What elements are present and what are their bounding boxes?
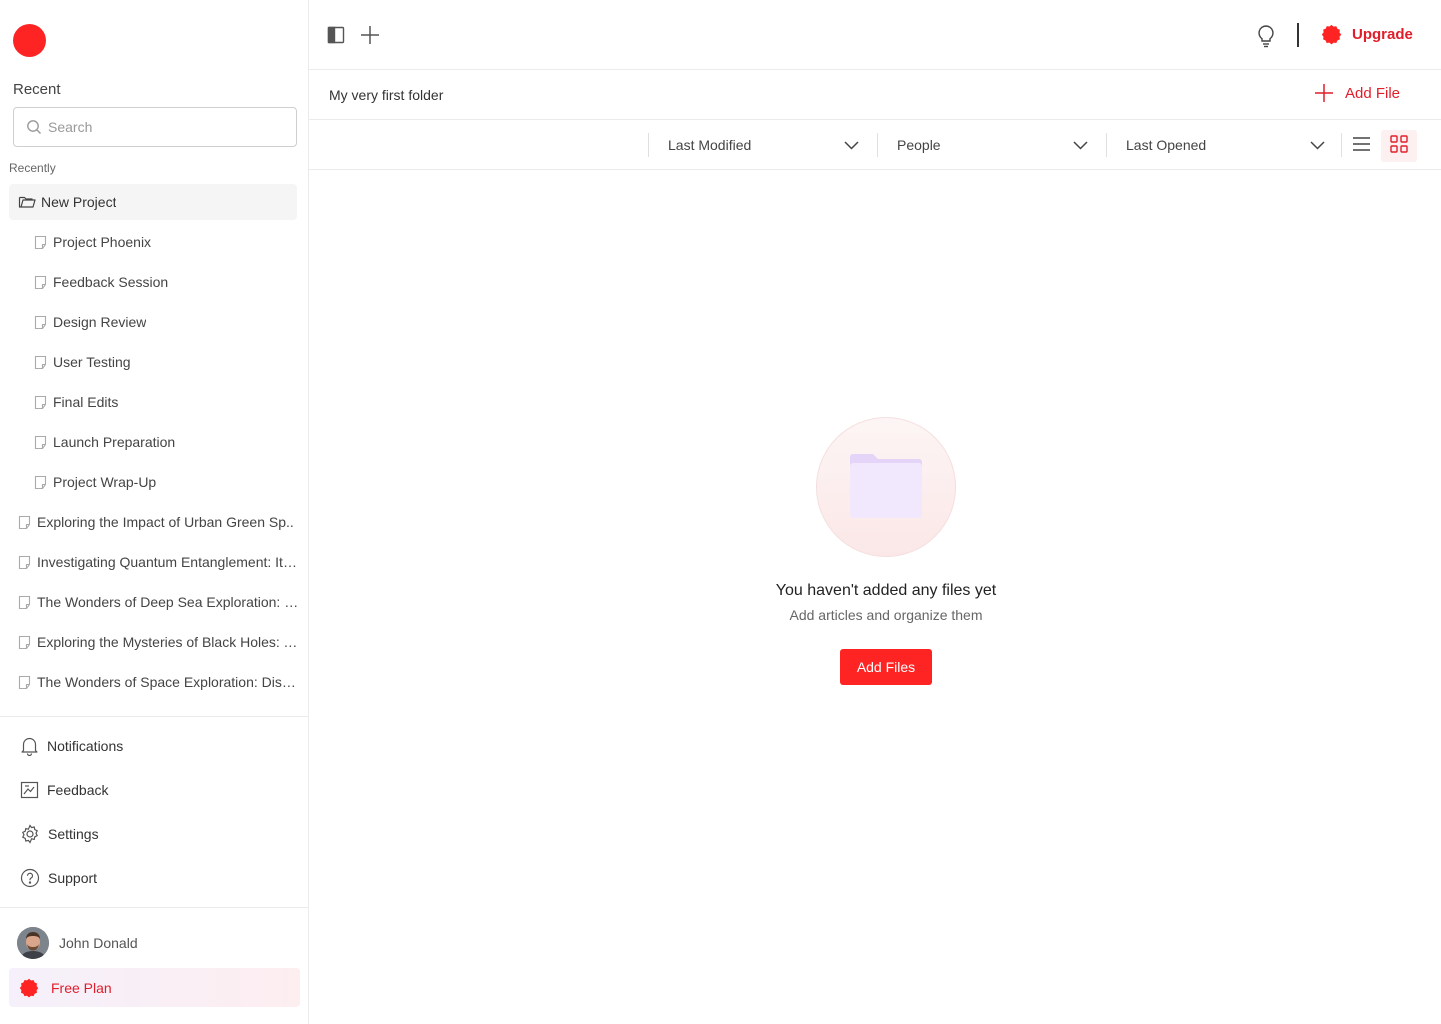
new-item-icon[interactable] <box>360 25 380 45</box>
tree-item-label: Final Edits <box>53 394 119 410</box>
tree-item[interactable]: Exploring the Mysteries of Black Holes: … <box>17 624 299 660</box>
filter-divider <box>1341 133 1342 157</box>
empty-state-title: You haven't added any files yet <box>775 582 997 599</box>
tree-item[interactable]: User Testing <box>33 344 297 380</box>
tree-item[interactable]: Project Wrap-Up <box>33 464 297 500</box>
filter-people[interactable]: People <box>877 133 1088 157</box>
document-icon <box>33 355 48 370</box>
folder-new-project[interactable]: New Project <box>9 184 297 220</box>
tree-item[interactable]: Feedback Session <box>33 264 297 300</box>
document-icon <box>33 315 48 330</box>
filter-last-opened[interactable]: Last Opened <box>1106 133 1325 157</box>
tree-item-label: The Wonders of Space Exploration: Discov… <box>37 674 299 690</box>
document-icon <box>33 275 48 290</box>
filter-label: Last Opened <box>1126 137 1207 153</box>
tree-item[interactable]: Exploring the Impact of Urban Green Sp.. <box>17 504 299 540</box>
filter-label: People <box>897 137 941 153</box>
list-icon <box>1352 136 1370 156</box>
chevron-down-icon <box>844 137 859 153</box>
add-file-label: Add File <box>1345 84 1401 102</box>
chevron-down-icon <box>1310 137 1325 153</box>
toggle-sidebar-icon[interactable] <box>327 26 345 44</box>
sidebar: Recent Recently New Project Project Phoe… <box>0 0 309 1024</box>
search-box[interactable] <box>13 107 297 147</box>
top-bar: Upgrade <box>309 0 1441 70</box>
filter-bar: Last Modified People Last Opened <box>309 120 1441 170</box>
folder-icon <box>850 454 922 518</box>
document-icon <box>33 235 48 250</box>
empty-state-illustration <box>816 417 956 557</box>
app-logo[interactable] <box>13 24 46 57</box>
badge-icon <box>19 978 39 998</box>
folder-title: My very first folder <box>329 87 444 103</box>
folder-open-icon <box>18 194 36 210</box>
folder-bar: My very first folder Add File <box>309 70 1441 120</box>
chevron-down-icon <box>1073 137 1088 153</box>
folder-label: New Project <box>41 194 117 210</box>
tree-item[interactable]: Final Edits <box>33 384 297 420</box>
tree-item-label: Exploring the Mysteries of Black Holes: … <box>37 634 299 650</box>
plus-icon <box>1315 84 1333 102</box>
lightbulb-icon[interactable] <box>1256 24 1276 48</box>
upgrade-button[interactable]: Upgrade <box>1321 24 1413 45</box>
badge-icon <box>1321 24 1342 45</box>
tree-item[interactable]: The Wonders of Space Exploration: Discov… <box>17 664 299 700</box>
nav-label: Feedback <box>47 782 109 798</box>
plan-label: Free Plan <box>51 979 112 996</box>
tree-item-label: Feedback Session <box>53 274 169 290</box>
empty-state-subtitle: Add articles and organize them <box>789 607 983 623</box>
nav-notifications[interactable]: Notifications <box>20 734 123 758</box>
user-name: John Donald <box>59 935 138 951</box>
nav-label: Support <box>48 870 98 886</box>
nav-label: Settings <box>48 826 99 842</box>
feedback-icon <box>20 781 39 799</box>
tree-item[interactable]: Launch Preparation <box>33 424 297 460</box>
tree-item-label: Exploring the Impact of Urban Green Sp.. <box>37 514 294 530</box>
tree-item-label: Project Wrap-Up <box>53 474 157 490</box>
document-icon <box>33 395 48 410</box>
nav-feedback[interactable]: Feedback <box>20 778 108 802</box>
gear-icon <box>20 824 40 844</box>
document-icon <box>33 435 48 450</box>
bell-icon <box>20 736 39 756</box>
sidebar-divider <box>0 907 309 908</box>
tree-item-label: Investigating Quantum Entanglement: Its … <box>37 554 299 570</box>
recently-label: Recently <box>9 161 56 175</box>
grid-view-button[interactable] <box>1381 130 1417 162</box>
list-view-button[interactable] <box>1343 130 1379 162</box>
add-file-button[interactable]: Add File <box>1315 84 1400 102</box>
help-circle-icon <box>20 868 40 888</box>
nav-label: Notifications <box>47 738 124 754</box>
search-icon <box>27 120 41 134</box>
filter-last-modified[interactable]: Last Modified <box>648 133 859 157</box>
search-input[interactable] <box>48 119 268 135</box>
tree-item-label: User Testing <box>53 354 131 370</box>
user-profile[interactable]: John Donald <box>17 927 138 959</box>
upgrade-label: Upgrade <box>1352 26 1413 43</box>
tree-item[interactable]: Investigating Quantum Entanglement: Its … <box>17 544 299 580</box>
document-icon <box>17 555 32 570</box>
grid-icon <box>1390 134 1408 158</box>
tree-item[interactable]: Project Phoenix <box>33 224 297 260</box>
document-icon <box>33 475 48 490</box>
plan-badge[interactable]: Free Plan <box>9 968 300 1007</box>
nav-support[interactable]: Support <box>20 866 97 890</box>
tree-item[interactable]: Design Review <box>33 304 297 340</box>
nav-settings[interactable]: Settings <box>20 822 99 846</box>
document-icon <box>17 675 32 690</box>
toolbar-divider <box>1297 23 1299 47</box>
avatar[interactable] <box>17 927 49 959</box>
filter-label: Last Modified <box>668 137 752 153</box>
add-files-button[interactable]: Add Files <box>840 649 932 685</box>
tree-item-label: Project Phoenix <box>53 234 152 250</box>
document-icon <box>17 515 32 530</box>
tree-item-label: Design Review <box>53 314 147 330</box>
tree-item-label: Launch Preparation <box>53 434 176 450</box>
sidebar-title: Recent <box>13 81 61 98</box>
document-icon <box>17 635 32 650</box>
sidebar-divider <box>0 716 309 717</box>
